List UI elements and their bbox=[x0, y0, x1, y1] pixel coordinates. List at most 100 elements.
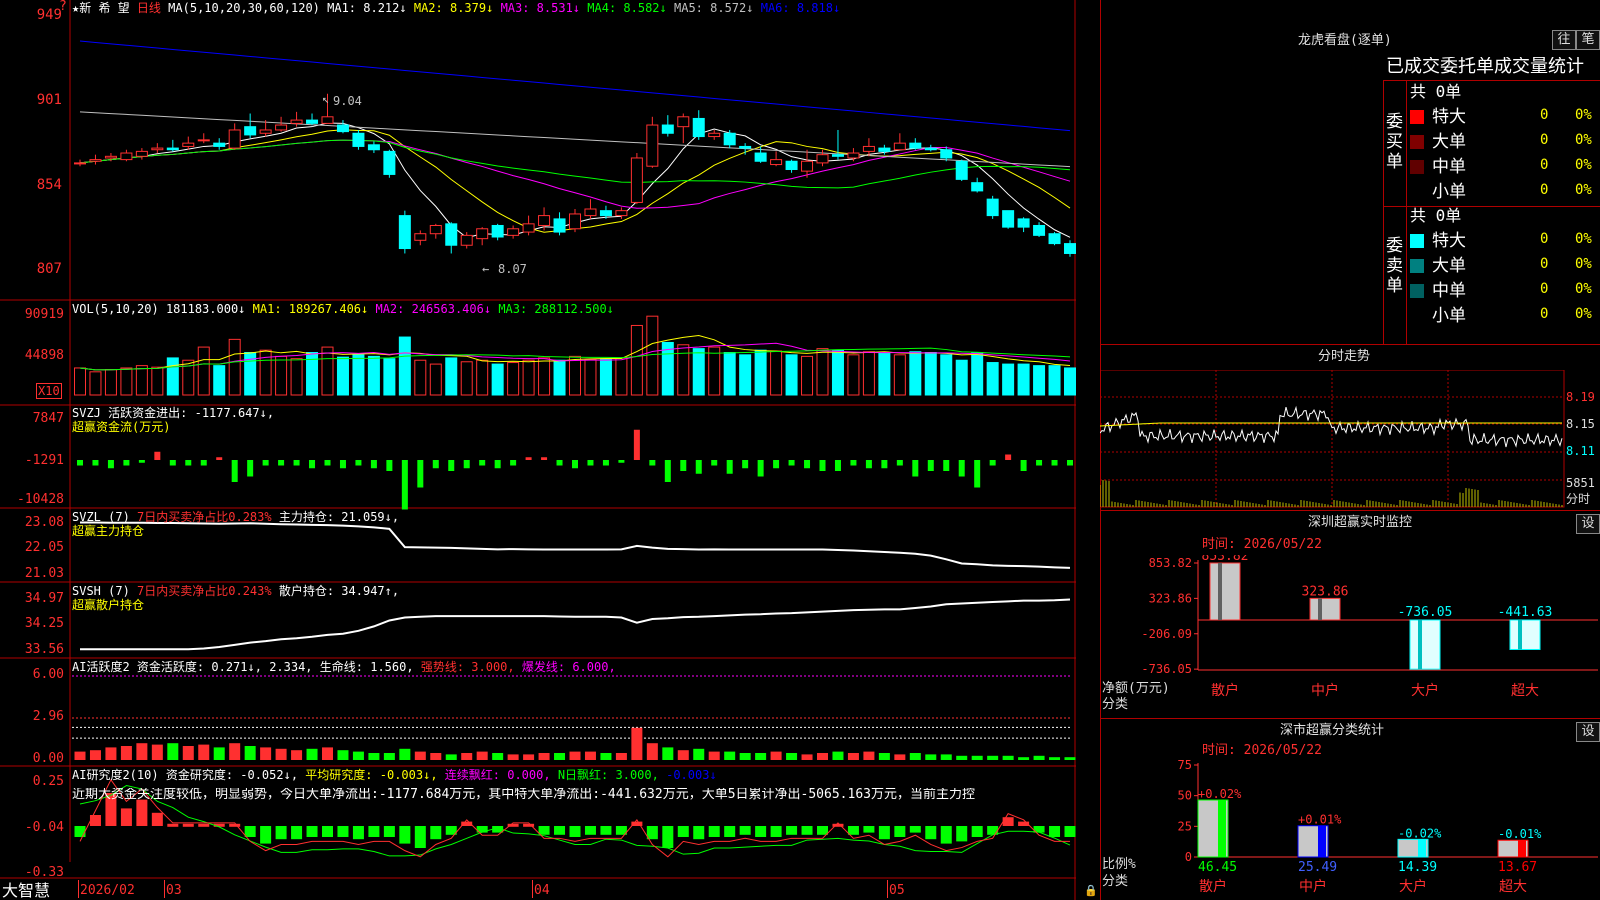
ma5-label: MA5: 8.572↓ bbox=[674, 1, 754, 15]
tab-wang[interactable]: 往 bbox=[1552, 30, 1576, 50]
volume-bar bbox=[847, 354, 860, 396]
candlestick-series bbox=[74, 93, 1076, 257]
order-row-pct: 0% bbox=[1575, 256, 1592, 272]
volume-bar bbox=[831, 349, 844, 396]
intraday-chart[interactable] bbox=[1100, 370, 1600, 510]
ai-research-bar bbox=[198, 823, 210, 827]
ai-active-bar bbox=[291, 750, 303, 760]
brand-label[interactable]: 大智慧 bbox=[2, 882, 50, 900]
candle-body bbox=[599, 210, 612, 217]
fund-flow-bar bbox=[417, 460, 424, 488]
monitor-category-label: 超大 bbox=[1511, 683, 1539, 699]
monitor-xlabel: 分类 bbox=[1102, 697, 1129, 712]
ai-active-bar bbox=[1033, 755, 1045, 760]
order-row-value: 0 bbox=[1540, 132, 1549, 148]
fund-flow-bar bbox=[943, 460, 950, 471]
monitor-bar-label: 323.86 bbox=[1302, 584, 1349, 599]
fund-flow-bar bbox=[401, 460, 408, 510]
classify-bar-value-label: 46.45 bbox=[1198, 860, 1237, 875]
fund-flow-bar bbox=[742, 460, 749, 469]
volume-bar bbox=[1048, 365, 1061, 396]
ai-active-bar bbox=[74, 751, 86, 760]
svsh-hold: 散户持仓: 34.947↑, bbox=[278, 584, 400, 598]
fund-flow-bar bbox=[618, 460, 625, 463]
ai-research-bar bbox=[306, 826, 318, 837]
ai-active-bar bbox=[322, 747, 333, 760]
candle-body bbox=[460, 234, 473, 246]
candle bbox=[708, 129, 721, 140]
ai-active-bar bbox=[383, 753, 395, 760]
monitor-bar-中户 bbox=[1309, 597, 1341, 621]
classify-bar-stripe bbox=[1418, 839, 1426, 857]
volume-bar bbox=[166, 357, 179, 396]
classify-ylabel: 比例% bbox=[1102, 857, 1136, 872]
candle-body bbox=[847, 152, 860, 159]
fund-flow-bar bbox=[278, 460, 285, 466]
ai-research-bar bbox=[770, 826, 782, 837]
ai-active-bar bbox=[739, 753, 751, 760]
classify-settings-button[interactable]: 设 bbox=[1576, 722, 1600, 742]
dragon-tiger-title: 龙虎看盘(逐单) bbox=[1298, 33, 1392, 48]
ai-research-bar bbox=[739, 826, 751, 835]
monitor-category-label: 大户 bbox=[1411, 682, 1439, 699]
candle bbox=[924, 144, 937, 152]
date-tick-4 bbox=[887, 880, 888, 898]
help-icon[interactable]: ? bbox=[59, 0, 67, 14]
candle bbox=[491, 223, 504, 241]
svzj-axis-label-1: 7847 bbox=[32, 411, 64, 426]
low-arrow-icon: ← bbox=[482, 262, 490, 276]
candle-body bbox=[754, 152, 767, 162]
volume-bar bbox=[878, 352, 891, 396]
ai-active-a: 资金活跃度: 0.271↓, bbox=[136, 660, 262, 674]
ai-research-bar bbox=[352, 826, 364, 840]
main-hold-line bbox=[80, 521, 1071, 569]
order-row-label: 大单 bbox=[1432, 132, 1466, 152]
candle-body bbox=[1033, 224, 1046, 236]
fund-flow-bar bbox=[200, 460, 207, 466]
ai-active-header: AI活跃度2 资金活跃度: 0.271↓, 2.334, 生命线: 1.560,… bbox=[72, 660, 616, 674]
order-table-col-line bbox=[1406, 80, 1407, 344]
order-row-label: 大单 bbox=[1432, 256, 1466, 276]
vol-ma3: MA3: 288112.500↓ bbox=[498, 302, 614, 316]
ai-research-bar bbox=[74, 826, 86, 837]
vol-value: 181183.000↓ bbox=[165, 302, 246, 316]
volume-bar bbox=[909, 351, 922, 396]
lock-icon[interactable]: 🔒 bbox=[1084, 884, 1098, 898]
volume-bar bbox=[955, 359, 968, 396]
candle bbox=[135, 148, 148, 160]
ai-research-bar bbox=[909, 826, 921, 833]
buy-side-label: 委买单 bbox=[1386, 112, 1403, 172]
volume-bar bbox=[383, 358, 396, 396]
ai-research-bar bbox=[414, 826, 426, 848]
volume-bar bbox=[476, 359, 489, 396]
candle bbox=[646, 116, 659, 168]
volume-bar bbox=[74, 367, 86, 396]
candle bbox=[74, 159, 86, 167]
candle bbox=[120, 149, 133, 162]
ai-research-bar bbox=[89, 815, 101, 826]
panel-frames bbox=[0, 0, 1076, 900]
kline-chart-area[interactable] bbox=[0, 0, 1076, 900]
candle bbox=[367, 141, 380, 154]
ai-research-c: 连续飘红: 0.000, bbox=[444, 768, 551, 782]
volume-bar bbox=[507, 362, 520, 396]
color-swatch bbox=[1410, 309, 1424, 323]
period-label[interactable]: 日线 bbox=[137, 1, 161, 15]
monitor-settings-button[interactable]: 设 bbox=[1576, 514, 1600, 534]
candle-body bbox=[306, 119, 319, 124]
classify-axis-label: 0 bbox=[1185, 850, 1192, 864]
fund-flow-bar bbox=[309, 460, 316, 469]
svzl-title: SVZL (7) bbox=[72, 510, 130, 524]
fund-flow-bar bbox=[726, 460, 733, 474]
ai-active-bar bbox=[538, 753, 550, 760]
monitor-time: 时间: 2026/05/22 bbox=[1202, 537, 1322, 552]
tab-bi[interactable]: 笔 bbox=[1576, 30, 1600, 50]
volume-bar bbox=[522, 359, 535, 396]
candle-body bbox=[909, 142, 922, 149]
stock-name[interactable]: ★新 希 望 bbox=[72, 1, 130, 15]
svzj-metric: 活跃资金进出: -1177.647↓, bbox=[108, 406, 275, 420]
candle-body bbox=[259, 129, 272, 134]
ai-research-bar bbox=[708, 826, 720, 837]
candle-body bbox=[476, 228, 489, 240]
monitor-chart: 853.82 323.86 -206.09 -736.05 853.82 散户 323.86… bbox=[1141, 555, 1598, 699]
